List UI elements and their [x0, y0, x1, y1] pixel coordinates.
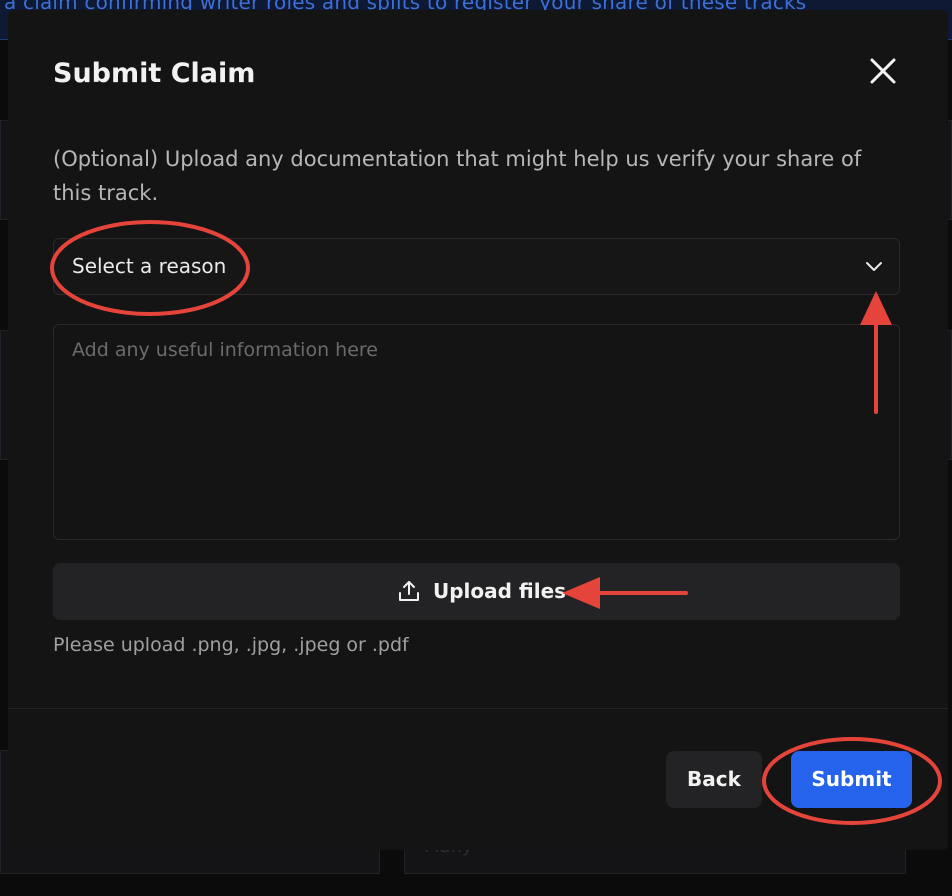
footer-divider: [8, 708, 948, 709]
submit-button[interactable]: Submit: [791, 751, 912, 808]
file-type-hint: Please upload .png, .jpg, .jpeg or .pdf: [53, 634, 409, 656]
back-button-label: Back: [687, 767, 741, 791]
upload-files-label: Upload files: [433, 579, 567, 603]
back-button[interactable]: Back: [666, 751, 762, 808]
close-icon: [870, 58, 896, 84]
upload-icon: [399, 581, 419, 601]
chevron-down-icon: [866, 262, 882, 271]
reason-select[interactable]: Select a reason: [53, 238, 900, 295]
additional-info-textarea[interactable]: Add any useful information here: [53, 324, 900, 540]
close-button[interactable]: [868, 56, 898, 86]
modal-title: Submit Claim: [53, 58, 256, 89]
submit-button-label: Submit: [811, 767, 892, 791]
upload-files-button[interactable]: Upload files: [53, 563, 900, 620]
reason-select-value: Select a reason: [72, 254, 227, 278]
modal-description: (Optional) Upload any documentation that…: [53, 147, 862, 205]
submit-claim-modal: Submit Claim (Optional) Upload any docum…: [8, 10, 948, 850]
info-placeholder: Add any useful information here: [72, 339, 378, 361]
